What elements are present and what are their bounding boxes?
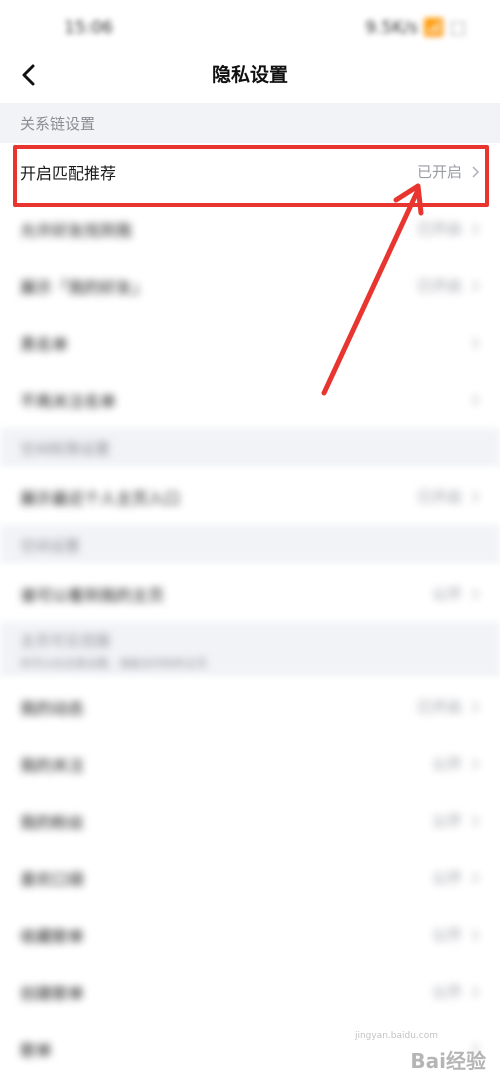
watermark-url: jingyan.baidu.com	[354, 1031, 438, 1041]
watermark-brand: Bai经验	[410, 1049, 486, 1073]
watermark-logo: Bai经验 jingyan.baidu.com	[355, 1031, 486, 1074]
annotation-arrow	[321, 183, 424, 396]
